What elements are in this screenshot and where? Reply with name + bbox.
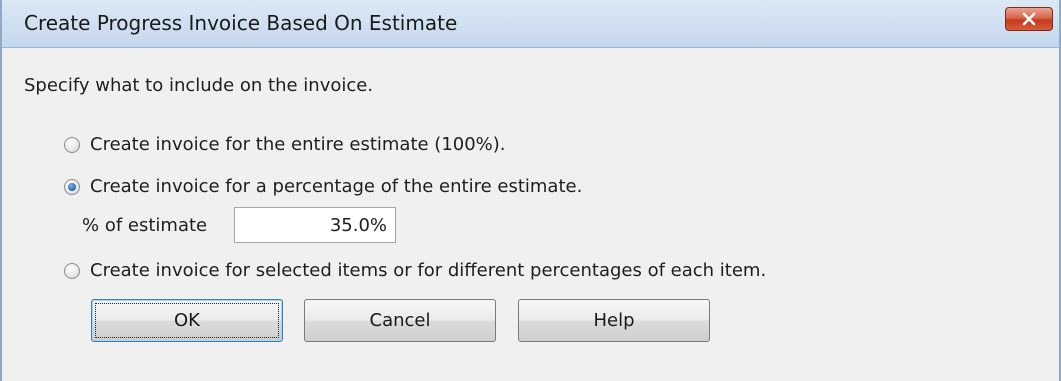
option-percentage-label: Create invoice for a percentage of the e… — [90, 176, 583, 197]
instructions-text: Specify what to include on the invoice. — [24, 75, 374, 96]
window-title: Create Progress Invoice Based On Estimat… — [24, 11, 458, 35]
close-button[interactable] — [1005, 7, 1053, 31]
close-icon — [1022, 12, 1036, 26]
radio-percentage[interactable] — [64, 179, 80, 195]
ok-button-label: OK — [174, 310, 200, 331]
title-bar[interactable]: Create Progress Invoice Based On Estimat… — [2, 0, 1059, 48]
cancel-button[interactable]: Cancel — [304, 299, 496, 342]
help-button[interactable]: Help — [518, 299, 710, 342]
ok-button[interactable]: OK — [91, 299, 283, 342]
radio-entire-estimate[interactable] — [64, 137, 80, 153]
percent-of-estimate-input[interactable] — [234, 207, 396, 243]
option-entire-estimate-label: Create invoice for the entire estimate (… — [90, 134, 506, 155]
option-entire-estimate[interactable]: Create invoice for the entire estimate (… — [64, 132, 506, 158]
option-selected-items-label: Create invoice for selected items or for… — [90, 260, 767, 281]
progress-invoice-dialog: Create Progress Invoice Based On Estimat… — [0, 0, 1061, 381]
option-selected-items[interactable]: Create invoice for selected items or for… — [64, 258, 766, 284]
option-percentage[interactable]: Create invoice for a percentage of the e… — [64, 174, 582, 200]
percent-of-estimate-label: % of estimate — [82, 215, 208, 236]
radio-selected-items[interactable] — [64, 263, 80, 279]
